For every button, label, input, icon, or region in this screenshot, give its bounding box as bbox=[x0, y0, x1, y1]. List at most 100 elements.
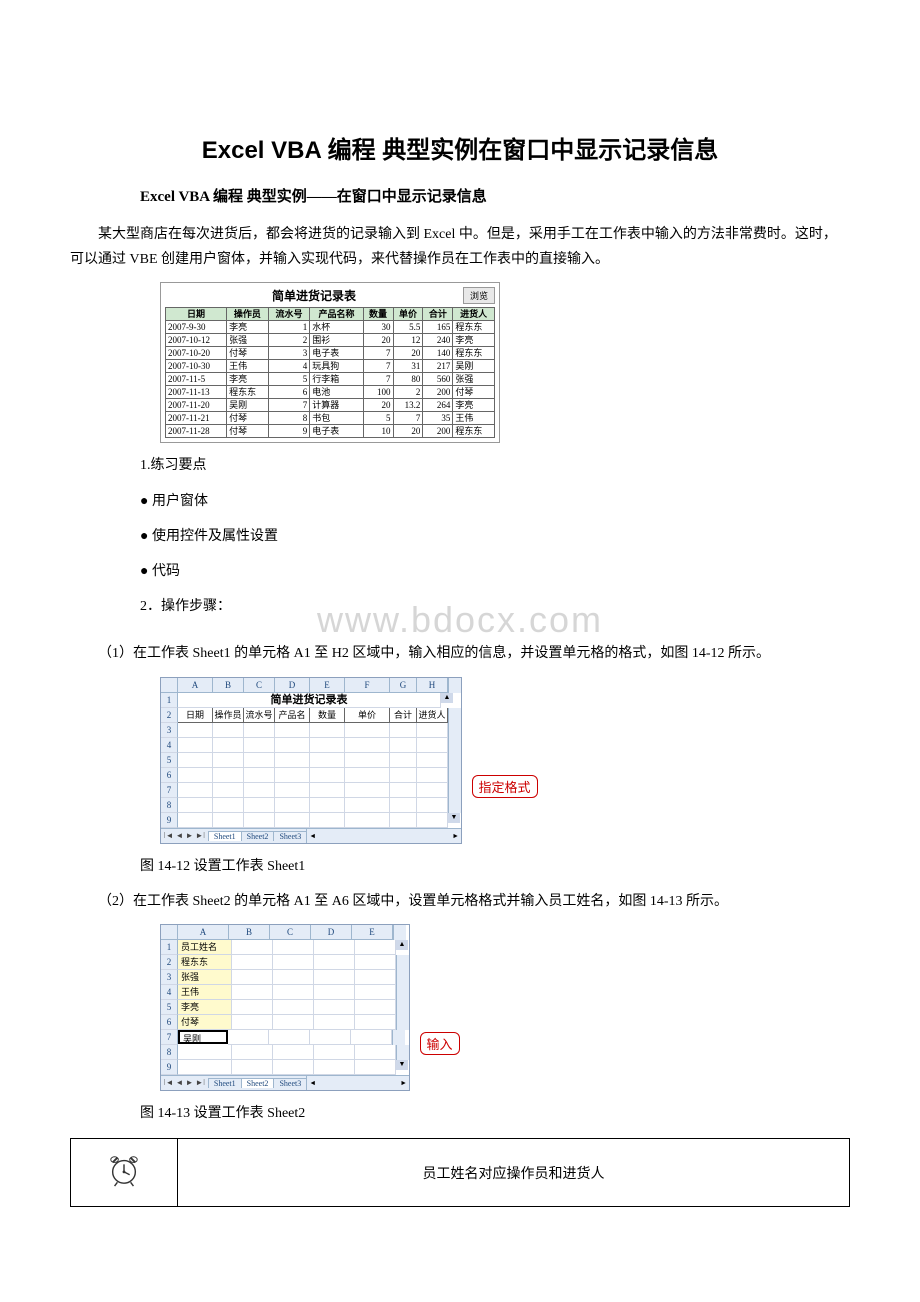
cell[interactable]: 流水号 bbox=[244, 708, 275, 723]
scroll-left-icon[interactable]: ◄ bbox=[307, 1079, 318, 1087]
cell[interactable] bbox=[390, 753, 417, 768]
cell[interactable] bbox=[178, 813, 213, 828]
cell[interactable] bbox=[345, 783, 390, 798]
column-header[interactable]: D bbox=[275, 678, 310, 693]
cell[interactable] bbox=[417, 738, 448, 753]
column-header[interactable]: F bbox=[345, 678, 390, 693]
cell[interactable] bbox=[345, 813, 390, 828]
column-header[interactable]: D bbox=[311, 925, 352, 940]
cell[interactable] bbox=[390, 798, 417, 813]
cell[interactable] bbox=[178, 738, 213, 753]
cell[interactable] bbox=[314, 1015, 355, 1030]
cell[interactable] bbox=[244, 753, 275, 768]
scroll-down-icon[interactable]: ▼ bbox=[396, 1060, 408, 1070]
cell[interactable] bbox=[390, 783, 417, 798]
cell[interactable] bbox=[178, 798, 213, 813]
cell[interactable] bbox=[314, 1060, 355, 1075]
cell[interactable] bbox=[355, 985, 396, 1000]
row-header[interactable]: 2 bbox=[161, 708, 178, 723]
row-header[interactable]: 9 bbox=[161, 813, 178, 828]
cell[interactable] bbox=[390, 813, 417, 828]
cell[interactable] bbox=[355, 1045, 396, 1060]
cell[interactable] bbox=[417, 768, 448, 783]
cell[interactable] bbox=[310, 783, 345, 798]
cell[interactable] bbox=[228, 1030, 269, 1045]
cell[interactable] bbox=[273, 985, 314, 1000]
cell[interactable] bbox=[390, 723, 417, 738]
cell[interactable] bbox=[275, 798, 310, 813]
row-header[interactable]: 8 bbox=[161, 798, 178, 813]
scroll-down-icon[interactable]: ▼ bbox=[448, 813, 460, 823]
cell[interactable] bbox=[345, 798, 390, 813]
cell[interactable] bbox=[178, 768, 213, 783]
cell[interactable]: 员工姓名 bbox=[178, 940, 232, 955]
sheet-nav-icon[interactable]: ǀ◄ ◄ ► ►ǀ bbox=[161, 831, 208, 840]
scroll-right-icon[interactable]: ► bbox=[450, 832, 461, 840]
cell[interactable] bbox=[345, 723, 390, 738]
cell[interactable] bbox=[314, 1045, 355, 1060]
cell[interactable] bbox=[417, 723, 448, 738]
sheet-tab[interactable]: Sheet3 bbox=[273, 831, 307, 841]
cell[interactable]: 吴刚 bbox=[178, 1030, 228, 1044]
cell[interactable] bbox=[213, 738, 244, 753]
sheet-tab[interactable]: Sheet3 bbox=[273, 1078, 307, 1088]
row-header[interactable]: 1 bbox=[161, 693, 178, 708]
cell[interactable]: 程东东 bbox=[178, 955, 232, 970]
cell[interactable] bbox=[351, 1030, 392, 1045]
cell[interactable] bbox=[213, 783, 244, 798]
cell[interactable]: 单价 bbox=[345, 708, 390, 723]
cell[interactable] bbox=[213, 723, 244, 738]
row-header[interactable]: 3 bbox=[161, 970, 178, 985]
cell[interactable] bbox=[273, 1045, 314, 1060]
cell[interactable] bbox=[244, 738, 275, 753]
cell[interactable]: 王伟 bbox=[178, 985, 232, 1000]
cell[interactable]: 张强 bbox=[178, 970, 232, 985]
cell[interactable] bbox=[314, 940, 355, 955]
cell[interactable]: 进货人 bbox=[417, 708, 448, 723]
cell[interactable] bbox=[232, 940, 273, 955]
cell[interactable] bbox=[273, 940, 314, 955]
row-header[interactable]: 3 bbox=[161, 723, 178, 738]
cell[interactable] bbox=[232, 1060, 273, 1075]
scroll-up-icon[interactable]: ▲ bbox=[396, 940, 408, 950]
row-header[interactable]: 7 bbox=[161, 1030, 178, 1045]
cell[interactable] bbox=[269, 1030, 310, 1045]
cell[interactable] bbox=[275, 753, 310, 768]
cell[interactable] bbox=[355, 940, 396, 955]
cell[interactable] bbox=[355, 955, 396, 970]
column-header[interactable]: C bbox=[244, 678, 275, 693]
column-header[interactable]: B bbox=[229, 925, 270, 940]
cell[interactable]: 简单进货记录表 bbox=[178, 693, 441, 708]
cell[interactable] bbox=[275, 813, 310, 828]
row-header[interactable]: 5 bbox=[161, 753, 178, 768]
cell[interactable] bbox=[345, 753, 390, 768]
browse-button[interactable]: 浏览 bbox=[463, 287, 495, 304]
cell[interactable] bbox=[355, 1015, 396, 1030]
column-header[interactable]: H bbox=[417, 678, 448, 693]
row-header[interactable]: 1 bbox=[161, 940, 178, 955]
cell[interactable] bbox=[273, 955, 314, 970]
cell[interactable] bbox=[213, 753, 244, 768]
cell[interactable] bbox=[310, 738, 345, 753]
row-header[interactable]: 7 bbox=[161, 783, 178, 798]
cell[interactable] bbox=[232, 955, 273, 970]
cell[interactable]: 产品名称 bbox=[275, 708, 310, 723]
column-header[interactable]: E bbox=[310, 678, 345, 693]
cell[interactable]: 合计 bbox=[390, 708, 417, 723]
cell[interactable] bbox=[244, 723, 275, 738]
scroll-right-icon[interactable]: ► bbox=[398, 1079, 409, 1087]
column-header[interactable]: A bbox=[178, 925, 229, 940]
cell[interactable] bbox=[417, 753, 448, 768]
sheet-tab[interactable]: Sheet2 bbox=[241, 831, 275, 841]
cell[interactable]: 数量 bbox=[310, 708, 345, 723]
row-header[interactable]: 9 bbox=[161, 1060, 178, 1075]
column-header[interactable]: C bbox=[270, 925, 311, 940]
cell[interactable] bbox=[355, 1000, 396, 1015]
cell[interactable] bbox=[314, 955, 355, 970]
cell[interactable] bbox=[273, 1015, 314, 1030]
cell[interactable] bbox=[232, 970, 273, 985]
cell[interactable] bbox=[345, 768, 390, 783]
cell[interactable] bbox=[417, 813, 448, 828]
row-header[interactable]: 6 bbox=[161, 768, 178, 783]
cell[interactable] bbox=[310, 798, 345, 813]
